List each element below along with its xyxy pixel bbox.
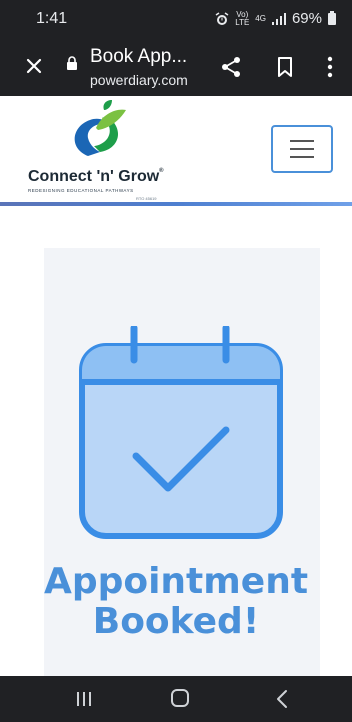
home-icon[interactable] [170,688,190,708]
status-indicators: Vo) LTE 4G 69% [215,10,336,27]
logo-code: RTO 45619 [136,196,157,201]
battery-icon [328,10,336,25]
close-icon[interactable] [22,54,46,78]
network-bottom: LTE [235,17,250,27]
status-bar: 1:41 Vo) LTE 4G 69% [0,0,352,40]
signal-type: 4G [255,13,266,23]
alarm-icon [215,11,229,25]
signal-icon [271,12,286,25]
recent-apps-icon[interactable] [76,691,92,707]
header-divider [0,202,352,206]
hamburger-menu-button[interactable] [271,125,333,173]
logo-name-text: Connect 'n' Grow [28,168,160,185]
system-nav-bar [0,676,352,722]
hamburger-line [290,156,314,158]
page-title[interactable]: Book App... [90,46,187,68]
calendar-check-icon [79,326,283,539]
lock-icon [67,56,77,70]
hamburger-line [290,140,314,142]
hamburger-line [290,148,314,150]
logo-tagline: REDESIGNING EDUCATIONAL PATHWAYS [28,188,134,193]
battery-percent: 69% [291,10,322,27]
logo-registered-mark: ® [159,168,164,174]
logo-mark-icon [74,100,126,156]
network-label: Vo) LTE [235,10,250,27]
logo-name: Connect 'n' Grow® [28,168,178,186]
status-time: 1:41 [36,10,68,27]
back-icon[interactable] [276,689,288,709]
bookmark-icon[interactable] [276,56,294,78]
page-domain[interactable]: powerdiary.com [90,72,188,88]
site-logo[interactable]: Connect 'n' Grow® REDESIGNING EDUCATIONA… [28,98,178,202]
share-icon[interactable] [220,56,242,78]
browser-toolbar: Book App... powerdiary.com [0,40,352,96]
more-vert-icon[interactable] [326,56,334,78]
confirmation-headline: Appointment Booked! [43,561,309,642]
